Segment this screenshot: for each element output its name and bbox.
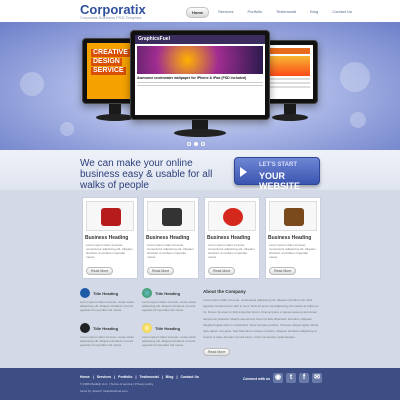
footer-credit: Icons by Joseph: GraphicsFuel.com xyxy=(80,389,128,393)
nav-portfolio[interactable]: Portfolio xyxy=(242,7,267,18)
card-heading: Business Heading xyxy=(207,235,251,241)
feature-title[interactable]: Title Heading xyxy=(93,326,118,331)
read-more-button[interactable]: Read More xyxy=(269,267,297,275)
featured-image xyxy=(137,46,263,74)
card-heading: Business Heading xyxy=(146,235,190,241)
card-heading: Business Heading xyxy=(85,235,129,241)
card-body: Lorem ipsum dolor sit amet, consectetur … xyxy=(208,243,255,259)
start-website-button[interactable]: LET'S START YOUR WEBSITE xyxy=(234,157,320,191)
read-more-button[interactable]: Read More xyxy=(208,267,236,275)
twitter-icon[interactable]: t xyxy=(286,373,296,383)
footer-separator: | xyxy=(161,375,163,379)
footer-separator: | xyxy=(114,375,116,379)
email-icon[interactable]: ✉ xyxy=(312,373,322,383)
globe-icon xyxy=(142,288,152,298)
promo-band: We can make your online business easy & … xyxy=(0,150,400,191)
monitor-base xyxy=(174,129,226,137)
slider-dots xyxy=(187,142,205,146)
site-footer: Home | Services | Portfolio | Testimonia… xyxy=(0,368,400,400)
arrow-right-icon xyxy=(240,167,247,177)
main-nav: Home Services Portfolio Testimonial Blog… xyxy=(186,7,357,18)
smiley-icon xyxy=(223,208,243,226)
about-title: About the Company xyxy=(203,289,246,294)
footer-separator: | xyxy=(135,375,137,379)
business-card: Business Heading Lorem ipsum dolor sit a… xyxy=(204,197,260,279)
slider-dot[interactable] xyxy=(201,142,205,146)
nav-contact[interactable]: Contact Us xyxy=(327,7,357,18)
footer-link-portfolio[interactable]: Portfolio xyxy=(118,375,132,379)
card-body: Lorem ipsum dolor sit amet, consectetur … xyxy=(147,243,194,259)
footer-links: Home | Services | Portfolio | Testimonia… xyxy=(80,375,199,379)
footer-separator: | xyxy=(176,375,178,379)
right-monitor xyxy=(262,40,318,126)
graphicsfuel-brand: GraphicsFuel xyxy=(135,35,265,44)
rss-icon[interactable]: ◉ xyxy=(273,373,283,383)
feature-body: Lorem ipsum dolor sit amet, conse ctetur… xyxy=(80,300,135,312)
slider-dot-active[interactable] xyxy=(194,142,198,146)
site-tagline: Corporate Business PSD Template xyxy=(80,15,142,20)
about-body: Lorem ipsum dolor sit amet, consectetur … xyxy=(203,298,319,340)
read-more-button[interactable]: Read More xyxy=(147,267,175,275)
center-monitor: GraphicsFuel Awesome underwater wallpape… xyxy=(130,30,270,142)
card-body: Lorem ipsum dolor sit amet, consectetur … xyxy=(86,243,133,259)
footer-copyright: © 2009 Mediafy LLC. | Terms of service |… xyxy=(80,382,154,386)
cta-line-1: LET'S START xyxy=(259,162,297,168)
bokeh-light xyxy=(340,62,370,92)
footer-link-home[interactable]: Home xyxy=(80,375,90,379)
feature-title[interactable]: Title Heading xyxy=(155,326,180,331)
wine-glasses-icon xyxy=(101,208,121,226)
nav-home[interactable]: Home xyxy=(186,7,210,18)
creative-line: DESIGN xyxy=(91,58,122,66)
lightbulb-icon xyxy=(142,323,152,333)
card-heading: Business Heading xyxy=(268,235,312,241)
right-screen-content xyxy=(267,45,313,99)
film-reel-icon xyxy=(162,208,182,226)
promo-text: We can make your online business easy & … xyxy=(80,158,213,191)
feature-title[interactable]: Title Heading xyxy=(155,291,180,296)
footer-link-blog[interactable]: Blog xyxy=(166,375,174,379)
nav-services[interactable]: Services xyxy=(213,7,238,18)
cta-line-2: YOUR WEBSITE xyxy=(259,171,301,191)
slider-dot[interactable] xyxy=(187,142,191,146)
footer-separator: | xyxy=(92,375,94,379)
feature-body: Lorem ipsum dolor sit amet, conse ctetur… xyxy=(142,335,197,347)
about-read-more-button[interactable]: Read More xyxy=(203,348,231,356)
monitor-base xyxy=(96,114,134,121)
read-more-button[interactable]: Read More xyxy=(86,267,114,275)
hero-slider: CREATIVE DESIGN SERVICE GraphicsFuel Awe… xyxy=(0,22,400,150)
footer-link-services[interactable]: Services xyxy=(97,375,111,379)
business-card: Business Heading Lorem ipsum dolor sit a… xyxy=(265,197,321,279)
footer-link-testimonial[interactable]: Testimonial xyxy=(139,375,158,379)
gear-icon xyxy=(80,323,90,333)
site-header: Corporatix Corporate Business PSD Templa… xyxy=(0,0,400,22)
nav-blog[interactable]: Blog xyxy=(305,7,323,18)
connect-label: Connect with us xyxy=(243,377,271,381)
business-card: Business Heading Lorem ipsum dolor sit a… xyxy=(82,197,138,279)
footer-link-contact[interactable]: Contact Us xyxy=(180,375,198,379)
monitor-base xyxy=(272,114,308,121)
center-screen-content: GraphicsFuel Awesome underwater wallpape… xyxy=(135,35,265,115)
feature-body: Lorem ipsum dolor sit amet, conse ctetur… xyxy=(142,300,197,312)
treasure-chest-icon xyxy=(284,208,304,226)
bokeh-light xyxy=(60,122,74,136)
business-card: Business Heading Lorem ipsum dolor sit a… xyxy=(143,197,199,279)
feature-title[interactable]: Title Heading xyxy=(93,291,118,296)
card-body: Lorem ipsum dolor sit amet, consectetur … xyxy=(269,243,316,259)
creative-line: CREATIVE xyxy=(91,49,130,57)
bokeh-light xyxy=(350,112,366,128)
featured-headline: Awesome underwater wallpaper for iPhone … xyxy=(137,76,247,80)
feature-body: Lorem ipsum dolor sit amet, conse ctetur… xyxy=(80,335,135,347)
bokeh-light xyxy=(20,72,44,96)
nav-testimonial[interactable]: Testimonial xyxy=(271,7,301,18)
user-icon xyxy=(80,288,90,298)
creative-line: SERVICE xyxy=(91,67,126,75)
facebook-icon[interactable]: f xyxy=(299,373,309,383)
